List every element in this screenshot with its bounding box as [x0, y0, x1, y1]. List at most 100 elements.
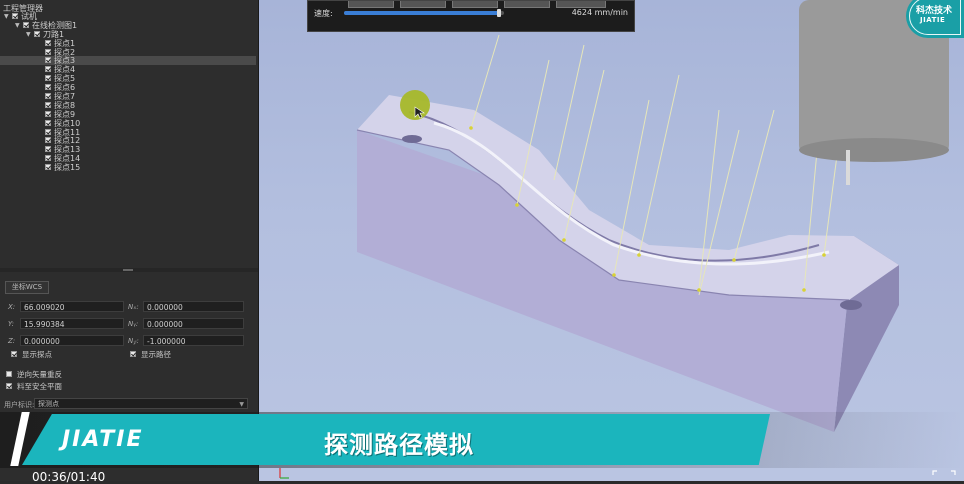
- brand-name-cn: 科杰技术: [916, 6, 953, 16]
- nz-field[interactable]: -1.000000: [143, 335, 244, 346]
- toolbar-button-2[interactable]: [400, 1, 446, 8]
- x-field[interactable]: 66.009020: [20, 301, 124, 312]
- toolbar-button-3[interactable]: [452, 1, 498, 8]
- tree-item[interactable]: 探点10: [0, 119, 256, 128]
- coordinate-system-tab[interactable]: 坐标WCS: [5, 281, 49, 294]
- probe-point-9: [822, 253, 826, 257]
- video-timecode: 00:36/01:40: [32, 470, 106, 484]
- show-path-checkbox[interactable]: [130, 351, 136, 357]
- project-manager-panel: 工程管理器 ▼ 试机 ▼ 在线检测图1 ▼ 刀路1 探点1 探点2 探点3 探点4 探点5 探点6 探点…: [0, 0, 259, 481]
- tree-item[interactable]: 探点15: [0, 163, 256, 172]
- caption-logo: JIATIE: [62, 427, 144, 452]
- probe-path-line-9: [733, 109, 775, 261]
- ny-label: Nᵧ:: [128, 320, 139, 328]
- tree-item-label: 探点4: [54, 65, 76, 75]
- tree-item-checkbox[interactable]: [45, 57, 51, 64]
- speed-label: 速度:: [314, 9, 333, 18]
- y-field[interactable]: 15.990384: [20, 318, 124, 329]
- tree-item-checkbox[interactable]: [34, 30, 40, 37]
- probe-point-6: [697, 288, 701, 292]
- video-caption-bar: JIATIE 探测路径模拟: [0, 412, 964, 468]
- tree-item-checkbox[interactable]: [45, 48, 51, 55]
- show-probe-points-checkbox[interactable]: [11, 351, 17, 357]
- brand-badge: 科杰技术 JIATIE: [906, 0, 964, 38]
- tree-item[interactable]: ▼ 试机: [0, 12, 256, 21]
- probe-path-line-3: [553, 44, 585, 181]
- probe-point-4: [612, 273, 616, 277]
- tree-item[interactable]: 探点12: [0, 136, 256, 145]
- expand-toggle-icon[interactable]: ▼: [15, 21, 21, 30]
- panel-splitter[interactable]: [0, 268, 258, 272]
- x-label: X:: [8, 303, 16, 311]
- tree-item[interactable]: 探点11: [0, 128, 256, 137]
- tree-item[interactable]: 探点3: [0, 56, 256, 65]
- tree-item-checkbox[interactable]: [45, 110, 51, 117]
- tree-item[interactable]: 探点6: [0, 83, 256, 92]
- tree-item-checkbox[interactable]: [45, 75, 51, 82]
- tree-item-checkbox[interactable]: [45, 164, 51, 171]
- tree-item-checkbox[interactable]: [45, 84, 51, 91]
- expand-toggle-icon[interactable]: ▼: [4, 12, 10, 21]
- tree-item[interactable]: 探点4: [0, 65, 256, 74]
- tree-item[interactable]: 探点14: [0, 154, 256, 163]
- tree-item-label: 探点6: [54, 83, 76, 93]
- tree-item-label: 探点10: [54, 118, 81, 128]
- nx-field[interactable]: 0.000000: [143, 301, 244, 312]
- tree-item-label: 探点7: [54, 92, 76, 102]
- safe-plane-checkbox[interactable]: [6, 383, 12, 389]
- tree-item[interactable]: 探点5: [0, 74, 256, 83]
- probe-path-line-6: [638, 74, 680, 256]
- tree-item[interactable]: ▼ 在线检测图1: [0, 21, 256, 30]
- reverse-vector-label: 逆向矢量重反: [17, 370, 62, 379]
- probe-stylus: [846, 150, 850, 185]
- tree-item[interactable]: 探点7: [0, 92, 256, 101]
- caption-title: 探测路径模拟: [324, 431, 474, 459]
- left-bolt-hole: [402, 135, 422, 143]
- toolbar-button-5[interactable]: [556, 1, 606, 8]
- z-field[interactable]: 0.000000: [20, 335, 124, 346]
- user-mark-select[interactable]: 探测点 ▼: [34, 398, 248, 409]
- probe-path-line-1: [470, 34, 500, 129]
- tree-item-label: 探点9: [54, 109, 76, 119]
- tree-item-checkbox[interactable]: [45, 101, 51, 108]
- ny-field[interactable]: 0.000000: [143, 318, 244, 329]
- y-label: Y:: [8, 320, 15, 328]
- tree-item-checkbox[interactable]: [45, 137, 51, 144]
- tree-item-checkbox[interactable]: [45, 93, 51, 100]
- user-mark-label: 用户标识:: [4, 401, 35, 409]
- tree-item-label: 探点14: [54, 154, 81, 164]
- probe-point-8: [802, 288, 806, 292]
- brand-name-en: JIATIE: [920, 16, 946, 24]
- tree-item-checkbox[interactable]: [12, 13, 18, 19]
- toolbar-button-4[interactable]: [504, 1, 550, 8]
- tree-item-checkbox[interactable]: [45, 155, 51, 162]
- tree-item-checkbox[interactable]: [23, 21, 29, 28]
- tree-item-label: 试机: [21, 12, 37, 21]
- safe-plane-label: 料至安全平面: [17, 382, 62, 391]
- tree-item[interactable]: 探点8: [0, 101, 256, 110]
- fullscreen-icon[interactable]: [932, 470, 956, 481]
- tree-item[interactable]: 探点2: [0, 48, 256, 57]
- tree-item-checkbox[interactable]: [45, 39, 51, 46]
- probe-point-7: [732, 258, 736, 262]
- tree-item-label: 刀路1: [43, 29, 65, 39]
- reverse-vector-checkbox[interactable]: [6, 371, 12, 377]
- tree-item[interactable]: 探点9: [0, 110, 256, 119]
- axes-icon: [279, 468, 289, 479]
- speed-slider-handle[interactable]: [497, 9, 502, 17]
- tree-item-checkbox[interactable]: [45, 119, 51, 126]
- 3d-viewport[interactable]: [259, 0, 964, 481]
- expand-toggle-icon[interactable]: ▼: [26, 30, 32, 39]
- speed-slider[interactable]: [344, 9, 504, 17]
- splitter-grip-icon: [123, 269, 133, 271]
- z-label: Z:: [8, 337, 16, 345]
- tree-item[interactable]: 探点13: [0, 145, 256, 154]
- tree-item[interactable]: 探点1: [0, 39, 256, 48]
- toolbar-button-1[interactable]: [348, 1, 394, 8]
- tree-item-checkbox[interactable]: [45, 146, 51, 153]
- coordinate-panel: 坐标WCS X: 66.009020 Nₓ: 0.000000 Y: 15.99…: [0, 275, 258, 415]
- tree-item[interactable]: ▼ 刀路1: [0, 30, 256, 39]
- user-mark-value: 探测点: [38, 400, 59, 408]
- tree-item-checkbox[interactable]: [45, 128, 51, 135]
- tree-item-checkbox[interactable]: [45, 66, 51, 73]
